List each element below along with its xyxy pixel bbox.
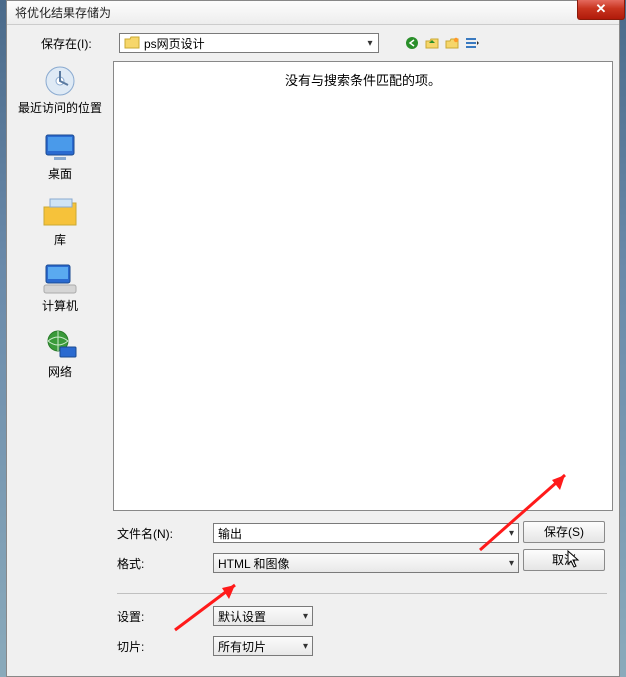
file-area[interactable]: 没有与搜索条件匹配的项。	[113, 61, 613, 511]
up-icon[interactable]	[425, 36, 439, 50]
places-bar: 最近访问的位置 桌面 库	[13, 61, 107, 511]
place-computer[interactable]: 计算机	[13, 261, 107, 313]
settings-row: 设置: 默认设置 ▾	[117, 604, 607, 628]
view-menu-icon[interactable]	[465, 36, 479, 50]
place-recent-label: 最近访问的位置	[18, 101, 102, 115]
place-network-label: 网络	[48, 365, 72, 379]
network-icon	[40, 327, 80, 363]
close-icon: ✕	[596, 1, 607, 16]
format-combo[interactable]: HTML 和图像 ▾	[213, 553, 519, 573]
format-row: 格式: HTML 和图像 ▾	[117, 551, 523, 575]
settings-value: 默认设置	[218, 608, 266, 625]
location-row: 保存在(I): ps网页设计 ▾	[13, 31, 613, 61]
empty-message: 没有与搜索条件匹配的项。	[285, 70, 441, 89]
settings-block: 设置: 默认设置 ▾ 切片: 所有切片 ▾	[13, 585, 613, 670]
dialog-title: 将优化结果存储为	[15, 4, 111, 21]
chevron-down-icon: ▾	[303, 641, 308, 652]
button-column: 保存(S) 取消	[523, 521, 605, 571]
chevron-down-icon: ▾	[362, 38, 378, 49]
place-desktop[interactable]: 桌面	[13, 129, 107, 181]
libraries-icon	[40, 195, 80, 231]
filename-row: 文件名(N): 输出 ▾	[117, 521, 523, 545]
dialog-body: 保存在(I): ps网页设计 ▾	[7, 25, 619, 676]
filename-combo[interactable]: 输出 ▾	[213, 523, 519, 543]
bottom-fields: 文件名(N): 输出 ▾ 格式: HTML 和图像 ▾ 保存(S) 取消	[13, 511, 613, 585]
recent-icon	[40, 63, 80, 99]
chevron-down-icon: ▾	[509, 528, 514, 539]
location-toolbar	[405, 36, 479, 50]
slices-value: 所有切片	[218, 638, 266, 655]
settings-label: 设置:	[117, 608, 213, 625]
save-button[interactable]: 保存(S)	[523, 521, 605, 543]
filename-label: 文件名(N):	[117, 525, 213, 542]
settings-combo[interactable]: 默认设置 ▾	[213, 606, 313, 626]
format-value: HTML 和图像	[218, 555, 290, 572]
slices-combo[interactable]: 所有切片 ▾	[213, 636, 313, 656]
close-button[interactable]: ✕	[577, 0, 625, 20]
filename-value: 输出	[218, 525, 242, 542]
desktop-icon	[40, 129, 80, 165]
place-libraries[interactable]: 库	[13, 195, 107, 247]
titlebar: 将优化结果存储为 ✕	[7, 1, 619, 25]
save-dialog: 将优化结果存储为 ✕ 保存在(I): ps网页设计 ▾	[6, 0, 620, 677]
location-combo[interactable]: ps网页设计 ▾	[119, 33, 379, 53]
location-label: 保存在(I):	[41, 35, 113, 52]
computer-icon	[40, 261, 80, 297]
location-value: ps网页设计	[144, 35, 205, 52]
cancel-button[interactable]: 取消	[523, 549, 605, 571]
format-label: 格式:	[117, 555, 213, 572]
middle: 最近访问的位置 桌面 库	[13, 61, 613, 511]
place-computer-label: 计算机	[42, 299, 78, 313]
slices-label: 切片:	[117, 638, 213, 655]
place-desktop-label: 桌面	[48, 167, 72, 181]
divider	[117, 593, 607, 594]
folder-icon	[124, 36, 140, 50]
chevron-down-icon: ▾	[303, 611, 308, 622]
back-icon[interactable]	[405, 36, 419, 50]
place-libraries-label: 库	[54, 233, 66, 247]
slices-row: 切片: 所有切片 ▾	[117, 634, 607, 658]
place-recent[interactable]: 最近访问的位置	[13, 63, 107, 115]
place-network[interactable]: 网络	[13, 327, 107, 379]
chevron-down-icon: ▾	[509, 558, 514, 569]
new-folder-icon[interactable]	[445, 36, 459, 50]
